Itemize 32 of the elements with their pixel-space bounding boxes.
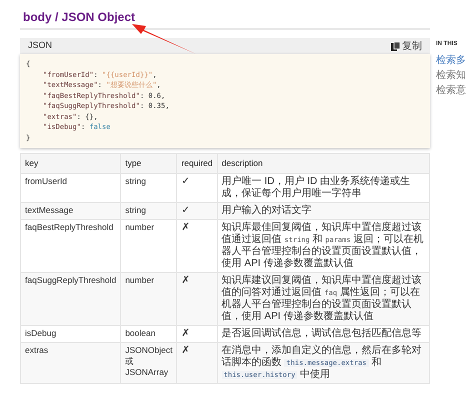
table-cell: faqBestReplyThreshold	[20, 219, 121, 272]
copy-icon	[391, 42, 400, 50]
table-cell: string	[120, 202, 177, 220]
table-cell: 是否返回调试信息，调试信息包括匹配信息等	[217, 325, 430, 342]
column-header: description	[217, 154, 430, 174]
table-cell: ✓	[176, 202, 218, 220]
table-cell: fromUserId	[20, 173, 121, 202]
column-header: type	[120, 154, 177, 174]
code-panel-title: JSON	[28, 39, 52, 52]
table-cell: ✗	[176, 219, 218, 272]
table-cell: boolean	[120, 325, 177, 342]
table-cell: faqSuggReplyThreshold	[20, 272, 121, 326]
table-cell: string	[120, 173, 177, 202]
table-cell: number	[120, 272, 177, 326]
table-cell: 用户唯一 ID，用户 ID 由业务系统传递或生成，保证每个用户用唯一字符串	[217, 173, 430, 202]
table-cell: ✗	[176, 325, 218, 342]
column-header: required	[176, 154, 218, 174]
column-header: key	[20, 154, 121, 174]
section-heading: body / JSON Object	[23, 10, 136, 24]
table-cell: ✓	[176, 173, 218, 202]
sidebar-link[interactable]: 检索意	[436, 85, 466, 97]
table-cell: extras	[20, 342, 121, 384]
sidebar-link[interactable]: 检索多	[436, 55, 466, 67]
sidebar-link[interactable]: 检索知	[436, 70, 466, 82]
copy-button[interactable]: 复制	[391, 38, 422, 54]
table-cell: JSONObject 或 JSONArray	[120, 342, 177, 384]
table-cell: 用户输入的对话文字	[217, 202, 430, 220]
table-cell: isDebug	[20, 325, 121, 342]
table-cell: textMessage	[20, 202, 121, 220]
table-cell: ✗	[176, 342, 218, 384]
table-cell: ✗	[176, 272, 218, 326]
table-cell: number	[120, 219, 177, 272]
